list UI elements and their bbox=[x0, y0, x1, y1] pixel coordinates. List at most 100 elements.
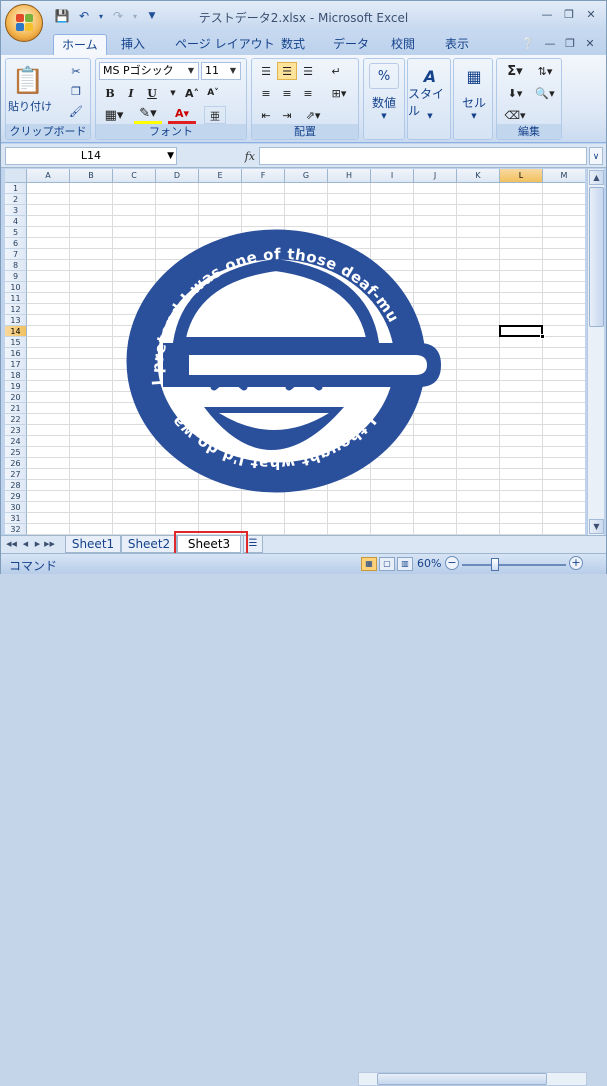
find-select-icon[interactable]: 🔍▾ bbox=[531, 84, 559, 102]
sheet-tab-sheet2[interactable]: Sheet2 bbox=[121, 536, 177, 553]
row-header[interactable]: 11 bbox=[5, 293, 27, 304]
row-header[interactable]: 3 bbox=[5, 205, 27, 216]
fill-icon[interactable]: ⬇▾ bbox=[501, 84, 529, 102]
vertical-scrollbar[interactable]: ▲ ▼ bbox=[587, 169, 604, 535]
row-header[interactable]: 27 bbox=[5, 469, 27, 480]
column-header[interactable]: A bbox=[27, 169, 70, 183]
font-name-combo[interactable]: MS Pゴシック ▼ bbox=[99, 62, 199, 80]
font-color-icon[interactable]: A▾ bbox=[168, 106, 196, 124]
cells-group[interactable]: ▦ セル ▼ bbox=[453, 58, 493, 140]
tab-page-layout[interactable]: ページ レイアウト bbox=[167, 34, 283, 55]
align-middle-icon[interactable]: ☰ bbox=[277, 62, 297, 80]
last-sheet-icon[interactable]: ▶▶ bbox=[43, 538, 56, 551]
close-icon[interactable]: ✕ bbox=[580, 5, 602, 23]
row-header[interactable]: 19 bbox=[5, 381, 27, 392]
wrap-text-icon[interactable]: ↵ bbox=[326, 62, 346, 80]
page-break-view-icon[interactable]: ▥ bbox=[397, 557, 413, 571]
tab-home[interactable]: ホーム bbox=[53, 34, 107, 55]
zoom-slider-track[interactable] bbox=[462, 564, 566, 566]
paste-icon[interactable]: 📋 bbox=[10, 63, 46, 99]
zoom-in-icon[interactable]: + bbox=[569, 556, 583, 570]
column-header[interactable]: C bbox=[113, 169, 156, 183]
row-header[interactable]: 23 bbox=[5, 425, 27, 436]
row-header[interactable]: 22 bbox=[5, 414, 27, 425]
fill-handle[interactable] bbox=[540, 334, 545, 339]
laughing-man-emblem[interactable]: I pretend I was one of those deaf-mutes … bbox=[119, 225, 447, 497]
column-header[interactable]: I bbox=[371, 169, 414, 183]
row-header[interactable]: 28 bbox=[5, 480, 27, 491]
row-header[interactable]: 15 bbox=[5, 337, 27, 348]
increase-indent-icon[interactable]: ⇥ bbox=[277, 106, 297, 124]
shrink-font-icon[interactable]: A˅ bbox=[203, 84, 223, 102]
normal-view-icon[interactable]: ▦ bbox=[361, 557, 377, 571]
fill-color-icon[interactable]: ✎▾ bbox=[134, 106, 162, 124]
row-header[interactable]: 12 bbox=[5, 304, 27, 315]
row-header[interactable]: 26 bbox=[5, 458, 27, 469]
row-header[interactable]: 24 bbox=[5, 436, 27, 447]
horizontal-scroll-thumb[interactable] bbox=[377, 1073, 547, 1085]
borders-icon[interactable]: ▦▾ bbox=[100, 106, 128, 124]
align-center-icon[interactable]: ≡ bbox=[277, 84, 297, 102]
row-header[interactable]: 5 bbox=[5, 227, 27, 238]
underline-button[interactable]: U bbox=[142, 84, 162, 102]
zoom-out-icon[interactable]: − bbox=[445, 556, 459, 570]
row-header[interactable]: 10 bbox=[5, 282, 27, 293]
row-header[interactable]: 2 bbox=[5, 194, 27, 205]
page-layout-view-icon[interactable]: ▢ bbox=[379, 557, 395, 571]
row-header[interactable]: 1 bbox=[5, 183, 27, 194]
row-header[interactable]: 21 bbox=[5, 403, 27, 414]
row-header[interactable]: 32 bbox=[5, 524, 27, 535]
row-header[interactable]: 17 bbox=[5, 359, 27, 370]
cut-icon[interactable]: ✂ bbox=[66, 62, 86, 80]
scroll-down-icon[interactable]: ▼ bbox=[589, 519, 604, 534]
paste-button[interactable]: 貼り付け bbox=[8, 99, 52, 113]
copy-icon[interactable]: ❐ bbox=[66, 82, 86, 100]
format-painter-icon[interactable]: 🖌 bbox=[66, 102, 86, 120]
row-header[interactable]: 7 bbox=[5, 249, 27, 260]
column-header[interactable]: H bbox=[328, 169, 371, 183]
align-left-icon[interactable]: ≡ bbox=[256, 84, 276, 102]
wb-restore-icon[interactable]: ❐ bbox=[559, 34, 581, 52]
tab-review[interactable]: 校閲 bbox=[383, 34, 423, 55]
column-header[interactable]: D bbox=[156, 169, 199, 183]
align-top-icon[interactable]: ☰ bbox=[256, 62, 276, 80]
office-button[interactable] bbox=[5, 4, 43, 42]
wb-close-icon[interactable]: ✕ bbox=[579, 34, 601, 52]
column-header[interactable]: M bbox=[543, 169, 585, 183]
grow-font-icon[interactable]: A˄ bbox=[182, 84, 202, 102]
orientation-icon[interactable]: ⇗▾ bbox=[298, 106, 328, 124]
column-header[interactable]: L bbox=[500, 169, 543, 183]
sort-filter-icon[interactable]: ⇅▾ bbox=[531, 62, 559, 80]
expand-formula-bar-icon[interactable]: ∨ bbox=[589, 147, 603, 165]
restore-icon[interactable]: ❐ bbox=[558, 5, 580, 23]
row-header[interactable]: 31 bbox=[5, 513, 27, 524]
row-header[interactable]: 30 bbox=[5, 502, 27, 513]
formula-input[interactable] bbox=[259, 147, 587, 165]
tab-formulas[interactable]: 数式 bbox=[273, 34, 313, 55]
row-header[interactable]: 25 bbox=[5, 447, 27, 458]
wb-minimize-icon[interactable]: — bbox=[539, 34, 561, 52]
autosum-icon[interactable]: Σ▾ bbox=[501, 62, 529, 80]
minimize-icon[interactable]: — bbox=[536, 5, 558, 23]
name-box[interactable]: L14 ▼ bbox=[5, 147, 177, 165]
vertical-scroll-thumb[interactable] bbox=[589, 187, 604, 327]
select-all-button[interactable] bbox=[5, 169, 27, 183]
row-header[interactable]: 29 bbox=[5, 491, 27, 502]
tab-insert[interactable]: 挿入 bbox=[113, 34, 153, 55]
row-header[interactable]: 4 bbox=[5, 216, 27, 227]
italic-button[interactable]: I bbox=[121, 84, 141, 102]
insert-function-button[interactable]: fx bbox=[183, 147, 259, 165]
column-header[interactable]: J bbox=[414, 169, 457, 183]
row-header[interactable]: 13 bbox=[5, 315, 27, 326]
tab-view[interactable]: 表示 bbox=[437, 34, 477, 55]
row-header[interactable]: 16 bbox=[5, 348, 27, 359]
column-header[interactable]: F bbox=[242, 169, 285, 183]
tab-data[interactable]: データ bbox=[325, 34, 377, 55]
column-header[interactable]: B bbox=[70, 169, 113, 183]
phonetic-icon[interactable]: 亜 bbox=[204, 106, 226, 124]
row-header[interactable]: 18 bbox=[5, 370, 27, 381]
sheet-tab-sheet1[interactable]: Sheet1 bbox=[65, 536, 121, 553]
row-header[interactable]: 8 bbox=[5, 260, 27, 271]
align-right-icon[interactable]: ≡ bbox=[298, 84, 318, 102]
column-header[interactable]: G bbox=[285, 169, 328, 183]
